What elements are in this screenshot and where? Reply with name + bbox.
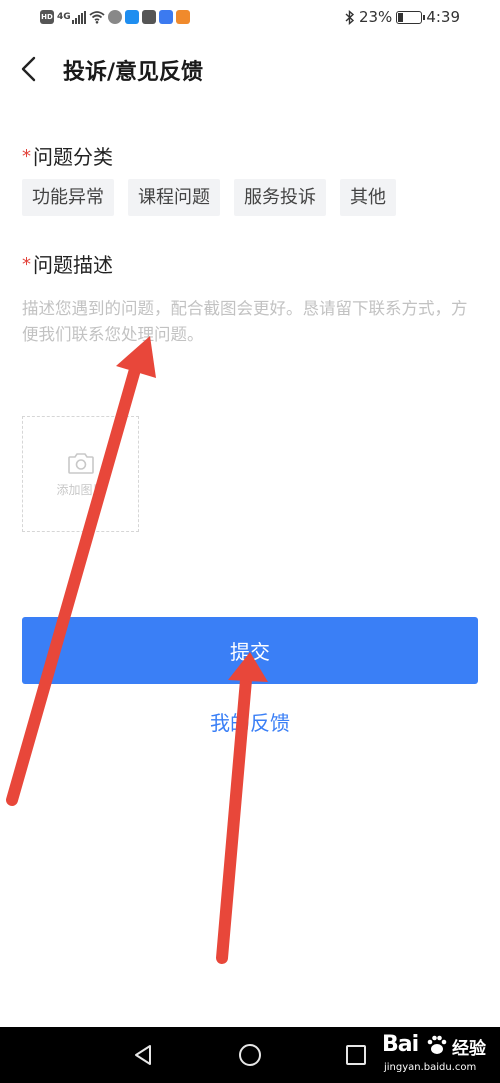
my-feedback-link[interactable]: 我的反馈 <box>0 707 500 736</box>
app-notification-icon <box>142 10 156 24</box>
battery-percent: 23% <box>358 8 393 26</box>
category-chip-service-complaint[interactable]: 服务投诉 <box>234 179 326 216</box>
status-left-icons: HD 4G <box>40 10 190 24</box>
submit-button[interactable]: 提交 <box>22 617 478 684</box>
app-notification-icon <box>125 10 139 24</box>
network-type-icon: 4G <box>57 12 71 22</box>
required-mark: * <box>22 254 31 275</box>
wifi-icon <box>89 11 105 24</box>
status-bar: HD 4G 23% 4:39 <box>0 0 500 36</box>
watermark-url: jingyan.baidu.com <box>384 1062 477 1073</box>
required-mark: * <box>22 146 31 167</box>
nav-back-icon[interactable] <box>132 1044 154 1066</box>
page-title: 投诉/意见反馈 <box>63 60 204 85</box>
app-notification-icon <box>159 10 173 24</box>
category-chip-course-issue[interactable]: 课程问题 <box>128 179 220 216</box>
camera-icon <box>67 452 94 474</box>
description-label-text: 问题描述 <box>33 253 113 277</box>
app-notification-icon <box>176 10 190 24</box>
add-photo-button[interactable]: 添加图片 <box>22 416 139 532</box>
battery-level-fill <box>398 12 404 22</box>
bluetooth-icon <box>345 9 355 25</box>
watermark-brand-cn: 经验 <box>452 1039 486 1059</box>
nav-home-icon[interactable] <box>239 1044 261 1066</box>
description-label: * 问题描述 <box>22 249 113 278</box>
description-textarea[interactable] <box>22 296 478 396</box>
battery-icon <box>396 10 426 24</box>
app-notification-icon <box>108 10 122 24</box>
clock: 4:39 <box>426 8 460 26</box>
watermark-brand: Bai <box>382 1032 419 1057</box>
category-chip-function-error[interactable]: 功能异常 <box>22 179 114 216</box>
hd-icon: HD <box>40 10 54 24</box>
chevron-left-icon[interactable] <box>18 56 40 82</box>
nav-recent-icon[interactable] <box>346 1045 366 1065</box>
category-chip-other[interactable]: 其他 <box>340 179 396 216</box>
add-photo-label: 添加图片 <box>56 482 105 497</box>
status-right-icons: 23% 4:39 <box>345 8 460 26</box>
annotation-arrow-submit <box>216 652 268 964</box>
category-label-text: 问题分类 <box>33 145 113 169</box>
signal-icon <box>72 10 86 24</box>
category-options: 功能异常 课程问题 服务投诉 其他 <box>22 179 396 216</box>
category-label: * 问题分类 <box>22 141 113 170</box>
baidu-jingyan-watermark: Bai 经验 jingyan.baidu.com <box>382 1030 500 1080</box>
baidu-paw-icon <box>427 1035 447 1054</box>
